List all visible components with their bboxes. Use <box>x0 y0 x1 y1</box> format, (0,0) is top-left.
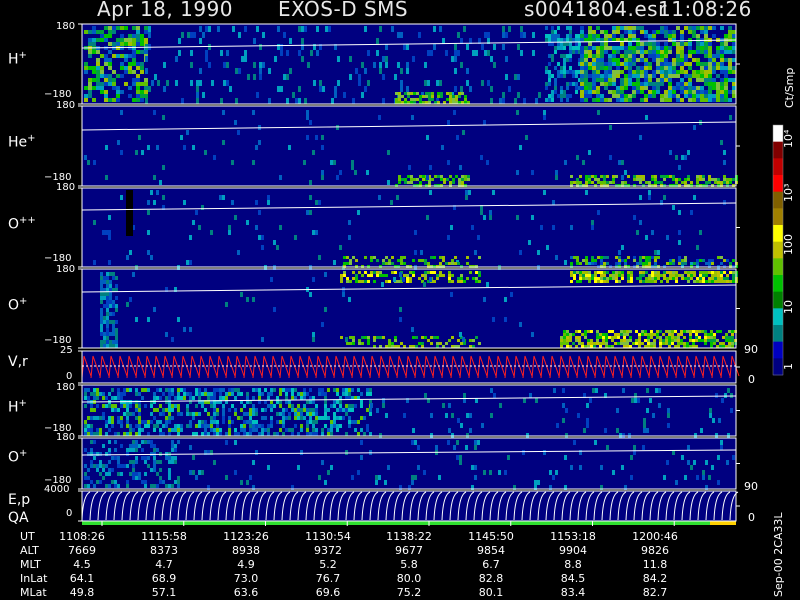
tick-ep-bottom: 0 <box>66 508 73 519</box>
footer-code: Sep-00 2CA33L <box>772 512 785 597</box>
table-row-alt: ALT 7669 8373 8938 9372 9677 9854 9904 9… <box>20 544 669 557</box>
tick-opp-bottom: −180 <box>44 253 72 264</box>
rtick-vr-bottom: 0 <box>748 373 755 386</box>
tick-o1-top: 180 <box>56 264 76 275</box>
colorbar-segment-13 <box>773 341 783 359</box>
data-gap-block <box>126 190 133 236</box>
tick-vr-top: 25 <box>60 345 73 356</box>
panel-bg-vr <box>82 351 736 383</box>
table-row-ut: UT 1108:26 1115:58 1123:26 1130:54 1138:… <box>20 530 678 543</box>
qa-bar-warn <box>710 521 736 525</box>
colorbar-segment-8 <box>773 258 783 276</box>
panel-label-opp: O++ <box>8 215 36 233</box>
colorbar-segment-12 <box>773 325 783 343</box>
plot-area <box>78 23 784 526</box>
panel-bg-o2 <box>82 438 736 489</box>
tick-ep-top: 4000 <box>44 484 70 495</box>
rtick-ep-top: 90 <box>744 480 758 493</box>
colorbar-label-1e3: 10³ <box>782 183 795 202</box>
tick-h1-bottom: −180 <box>44 89 72 100</box>
qa-bar-good <box>82 521 710 525</box>
tick-h2-top: 180 <box>56 382 76 393</box>
panel-label-o2: O+ <box>8 448 28 466</box>
panel-bg-he <box>82 106 736 186</box>
spectrogram-figure: Apr 18, 1990 EXOS-D SMS s0041804.esr 11:… <box>0 0 800 600</box>
colorbar-label-100: 100 <box>782 234 795 255</box>
panel-label-he: He+ <box>8 133 36 151</box>
tick-opp-top: 180 <box>56 182 76 193</box>
colorbar-unit: Ct/Smp <box>783 67 796 108</box>
rtick-vr-top: 90 <box>744 343 758 356</box>
panel-bg-opp <box>82 188 736 267</box>
panel-label-ep: E,p <box>8 492 31 508</box>
colorbar-label-10: 10 <box>782 300 795 314</box>
spectrogram-cells-o1 <box>570 271 738 283</box>
tick-vr-bottom: 0 <box>66 371 73 382</box>
panel-label-h2: H+ <box>8 398 27 416</box>
panel-label-h1: H+ <box>8 50 27 68</box>
rtick-ep-bottom: 0 <box>748 511 755 524</box>
colorbar-segment-5 <box>773 208 783 226</box>
panel-label-o1: O+ <box>8 296 28 314</box>
tick-h1-top: 180 <box>56 21 76 32</box>
panel-bg-ep <box>82 491 736 521</box>
table-row-inlat: InLat 64.1 68.9 73.0 76.7 80.0 82.8 84.5… <box>20 572 668 585</box>
panel-label-qa: QA <box>8 510 29 526</box>
table-row-mlat: MLat 49.8 57.1 63.6 69.6 75.2 80.1 83.4 … <box>20 586 668 599</box>
colorbar-segment-9 <box>773 275 783 293</box>
colorbar-label-1: 1 <box>782 363 795 370</box>
panel-label-vr: V,r <box>8 354 28 370</box>
tick-o2-top: 180 <box>56 432 76 443</box>
colorbar-segment-2 <box>773 158 783 176</box>
tick-he-top: 180 <box>56 100 76 111</box>
colorbar-label-1e4: 10⁴ <box>782 129 795 148</box>
table-row-mlt: MLT 4.5 4.7 4.9 5.2 5.8 6.7 8.8 11.8 <box>20 558 668 571</box>
